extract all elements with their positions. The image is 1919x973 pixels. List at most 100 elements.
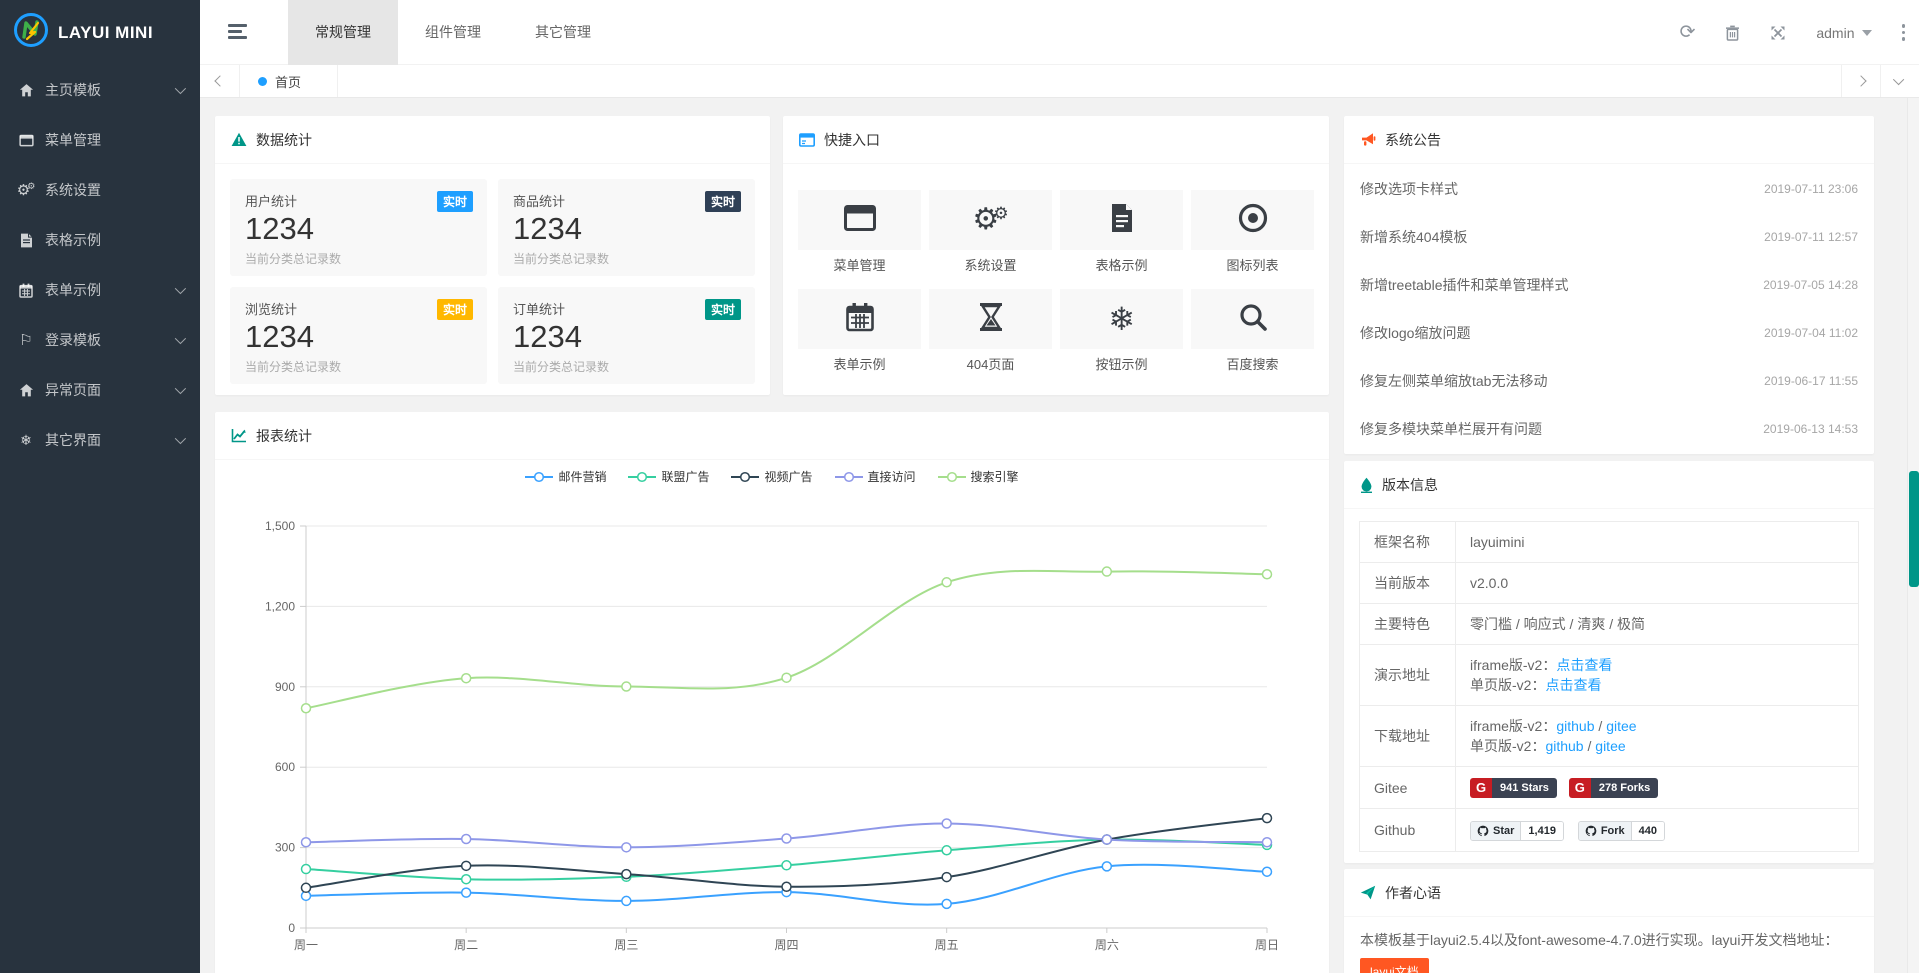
sidebar-item-error-pages[interactable]: 异常页面: [0, 365, 200, 415]
status-badge: 实时: [705, 191, 741, 212]
notice-list: 修改选项卡样式 2019-07-11 23:06 新增系统404模板 2019-…: [1344, 164, 1874, 454]
calendar-icon: [17, 283, 35, 298]
topnav-item-general[interactable]: 常规管理: [288, 0, 398, 65]
sidebar-item-label: 主页模板: [45, 80, 101, 100]
quick-item-table-demo[interactable]: 表格示例: [1060, 190, 1183, 273]
fullscreen-icon[interactable]: [1770, 25, 1786, 41]
row-value: iframe版-v2：点击查看 单页版-v2：点击查看: [1456, 645, 1859, 706]
table-row: 下载地址 iframe版-v2：github / gitee 单页版-v2：gi…: [1360, 706, 1859, 767]
download-gitee-link[interactable]: gitee: [1595, 738, 1625, 754]
sidebar-item-menu-manage[interactable]: 菜单管理: [0, 115, 200, 165]
download-github-link[interactable]: github: [1545, 738, 1583, 754]
sidebar-item-table-demo[interactable]: 表格示例: [0, 215, 200, 265]
author-message-body: 本模板基于layui2.5.4以及font-awesome-4.7.0进行实现。…: [1344, 917, 1874, 973]
github-star-button[interactable]: Star 1,419: [1470, 821, 1564, 841]
scrollbar-thumb[interactable]: [1909, 471, 1919, 587]
line-chart-icon: [231, 428, 247, 443]
table-row: 主要特色 零门槛 / 响应式 / 清爽 / 极简: [1360, 604, 1859, 645]
svg-text:0: 0: [288, 921, 295, 935]
legend-item[interactable]: 直接访问: [835, 468, 916, 485]
sidebar-item-label: 表格示例: [45, 230, 101, 250]
svg-text:300: 300: [275, 841, 295, 855]
version-table-wrap: 框架名称 layuimini 当前版本 v2.0.0 主要特色 零门槛 / 响应…: [1344, 509, 1874, 863]
svg-text:周四: 周四: [774, 938, 798, 952]
layui-doc-badge[interactable]: layui文档: [1360, 958, 1429, 973]
legend-item[interactable]: 联盟广告: [628, 468, 709, 485]
panel-header: 系统公告: [1344, 116, 1874, 164]
svg-text:600: 600: [275, 760, 295, 774]
panel-title: 作者心语: [1385, 883, 1441, 903]
topnav-item-other[interactable]: 其它管理: [508, 0, 618, 65]
sidebar-item-label: 登录模板: [45, 330, 101, 350]
legend-marker-icon: [628, 471, 656, 483]
sidebar-item-other-ui[interactable]: ❄ 其它界面: [0, 415, 200, 465]
list-item: 修改选项卡样式 2019-07-11 23:06: [1360, 165, 1858, 213]
quick-item-system-settings[interactable]: ⚙⚙ 系统设置: [929, 190, 1052, 273]
gitee-stars-badge[interactable]: G941 Stars: [1470, 778, 1557, 798]
download-gitee-link[interactable]: gitee: [1606, 718, 1636, 734]
tab-scroll-right-button[interactable]: [1841, 65, 1880, 97]
sidebar-item-label: 异常页面: [45, 380, 101, 400]
sidebar-item-home-template[interactable]: 主页模板: [0, 65, 200, 115]
row-value: iframe版-v2：github / gitee 单页版-v2：github …: [1456, 706, 1859, 767]
panel-title: 快捷入口: [824, 130, 880, 150]
legend-item[interactable]: 视频广告: [731, 468, 812, 485]
tab-scroll-left-button[interactable]: [200, 65, 240, 97]
dot-circle-icon: [1238, 203, 1268, 238]
trash-icon[interactable]: [1725, 25, 1740, 41]
sidebar-item-label: 菜单管理: [45, 130, 101, 150]
list-item: 新增系统404模板 2019-07-11 12:57: [1360, 213, 1858, 261]
quick-item-button-demo[interactable]: ❄ 按钮示例: [1060, 289, 1183, 372]
flag-icon: ⚐: [17, 333, 35, 348]
refresh-icon[interactable]: ⟳: [1679, 21, 1695, 44]
stat-caption: 当前分类总记录数: [245, 358, 472, 375]
gears-icon: ⚙⚙: [17, 183, 35, 198]
quick-item-404-page[interactable]: 404页面: [929, 289, 1052, 372]
tab-home-label: 首页: [275, 72, 301, 91]
quick-item-form-demo[interactable]: 表单示例: [798, 289, 921, 372]
tab-home[interactable]: 首页: [240, 65, 338, 97]
demo-onepage-link[interactable]: 点击查看: [1545, 677, 1601, 693]
gitee-forks-badge[interactable]: G278 Forks: [1569, 778, 1658, 798]
demo-iframe-link[interactable]: 点击查看: [1556, 657, 1612, 673]
topnav-item-components[interactable]: 组件管理: [398, 0, 508, 65]
collapse-menu-icon[interactable]: [228, 24, 247, 40]
logo: LAYUI MINI: [0, 0, 200, 65]
notice-text: 修复多模块菜单栏展开有问题: [1360, 419, 1542, 439]
tab-operations-button[interactable]: [1880, 65, 1919, 97]
row-label: 框架名称: [1360, 522, 1456, 563]
quick-item-menu-manage[interactable]: 菜单管理: [798, 190, 921, 273]
quick-item-icon-list[interactable]: 图标列表: [1191, 190, 1314, 273]
data-statistics-panel: 数据统计 用户统计 1234 当前分类总记录数 实时 商品统计 1234 当前分…: [215, 116, 770, 395]
quick-item-baidu-search[interactable]: 百度搜索: [1191, 289, 1314, 372]
notice-text: 修复左侧菜单缩放tab无法移动: [1360, 371, 1547, 391]
more-menu-icon[interactable]: [1902, 24, 1906, 41]
active-tab-dot: [258, 77, 267, 86]
legend-item[interactable]: 邮件营销: [525, 468, 606, 485]
sidebar-item-label: 系统设置: [45, 180, 101, 200]
sidebar-item-login-template[interactable]: ⚐ 登录模板: [0, 315, 200, 365]
chevron-down-icon: [175, 383, 186, 394]
legend-item[interactable]: 搜索引擎: [938, 468, 1019, 485]
fire-icon: [1360, 477, 1373, 493]
sidebar-item-label: 表单示例: [45, 280, 101, 300]
legend-marker-icon: [731, 471, 759, 483]
sidebar-item-label: 其它界面: [45, 430, 101, 450]
sidebar-item-system-settings[interactable]: ⚙⚙ 系统设置: [0, 165, 200, 215]
system-notice-panel: 系统公告 修改选项卡样式 2019-07-11 23:06 新增系统404模板 …: [1344, 116, 1874, 454]
version-info-panel: 版本信息 框架名称 layuimini 当前版本 v2.0.0 主要特色 零门槛…: [1344, 461, 1874, 863]
download-github-link[interactable]: github: [1556, 718, 1594, 734]
chevron-left-icon: [214, 75, 225, 86]
main-content: 数据统计 用户统计 1234 当前分类总记录数 实时 商品统计 1234 当前分…: [200, 98, 1919, 973]
paper-plane-icon: [1360, 885, 1376, 900]
github-fork-button[interactable]: Fork 440: [1578, 821, 1665, 841]
legend-label: 直接访问: [868, 468, 916, 485]
gitee-logo: G: [1470, 778, 1492, 798]
sidebar-item-form-demo[interactable]: 表单示例: [0, 265, 200, 315]
user-dropdown[interactable]: admin: [1816, 25, 1871, 41]
row-label: Gitee: [1360, 767, 1456, 809]
notice-date: 2019-06-17 11:55: [1764, 374, 1858, 388]
chevron-down-icon: [1893, 74, 1904, 85]
search-icon: [1238, 302, 1268, 337]
stat-value: 1234: [245, 319, 472, 355]
